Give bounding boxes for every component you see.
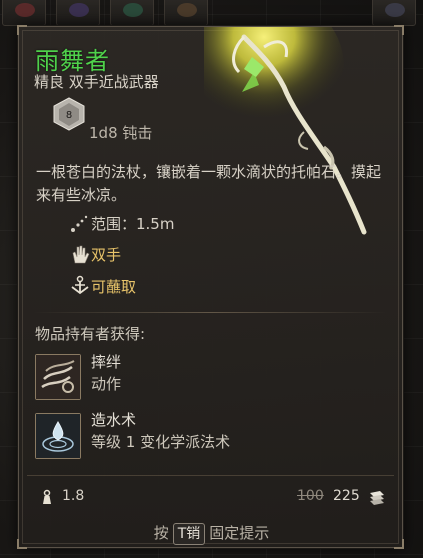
ability-type: 等级 1 变化学派法术: [91, 433, 231, 451]
ability-name: 造水术: [91, 411, 137, 429]
item-tooltip: 雨舞者 精良 双手近战武器 8 1d8 钝击 一根苍白的法杖，镶嵌着一颗水滴状的…: [17, 25, 404, 549]
dippable-property: 可蘸取: [91, 278, 137, 296]
keybind-t[interactable]: T销: [172, 523, 206, 545]
damage-text: 1d8 钝击: [89, 124, 153, 142]
section-divider: [33, 312, 388, 313]
inventory-slot[interactable]: [2, 0, 46, 26]
item-description: 一根苍白的法杖，镶嵌着一颗水滴状的托帕石。摸起来有些冰凉。: [36, 163, 382, 204]
original-price: 100: [297, 488, 324, 504]
two-handed-property: 双手: [91, 246, 122, 264]
topple-action-icon[interactable]: [35, 354, 81, 400]
weight-icon: [43, 489, 51, 504]
create-water-icon[interactable]: [35, 413, 81, 459]
range-property: 范围：1.5m: [91, 215, 175, 233]
d8-die-icon: 8: [53, 97, 85, 131]
inventory-slot[interactable]: [164, 0, 208, 26]
range-icon: [71, 215, 88, 232]
gold-coins-icon: [370, 491, 384, 505]
ability-type: 动作: [91, 375, 122, 393]
grants-heading: 物品持有者获得:: [35, 325, 146, 343]
footer-divider: [27, 475, 394, 476]
inventory-slot[interactable]: [110, 0, 154, 26]
ability-name: 摔绊: [91, 353, 122, 371]
item-price: 225: [333, 488, 360, 504]
inventory-slot[interactable]: [372, 0, 416, 26]
pin-tooltip-hint: 按 T销 固定提示: [19, 522, 404, 545]
svg-text:8: 8: [66, 110, 72, 121]
inventory-slot[interactable]: [56, 0, 100, 26]
two-hands-icon: [72, 245, 90, 264]
item-weight: 1.8: [62, 488, 85, 504]
item-rarity-type: 精良 双手近战武器: [34, 73, 159, 91]
game-screen: 雨舞者 精良 双手近战武器 8 1d8 钝击 一根苍白的法杖，镶嵌着一颗水滴状的…: [0, 0, 423, 558]
dippable-icon: [71, 275, 89, 295]
